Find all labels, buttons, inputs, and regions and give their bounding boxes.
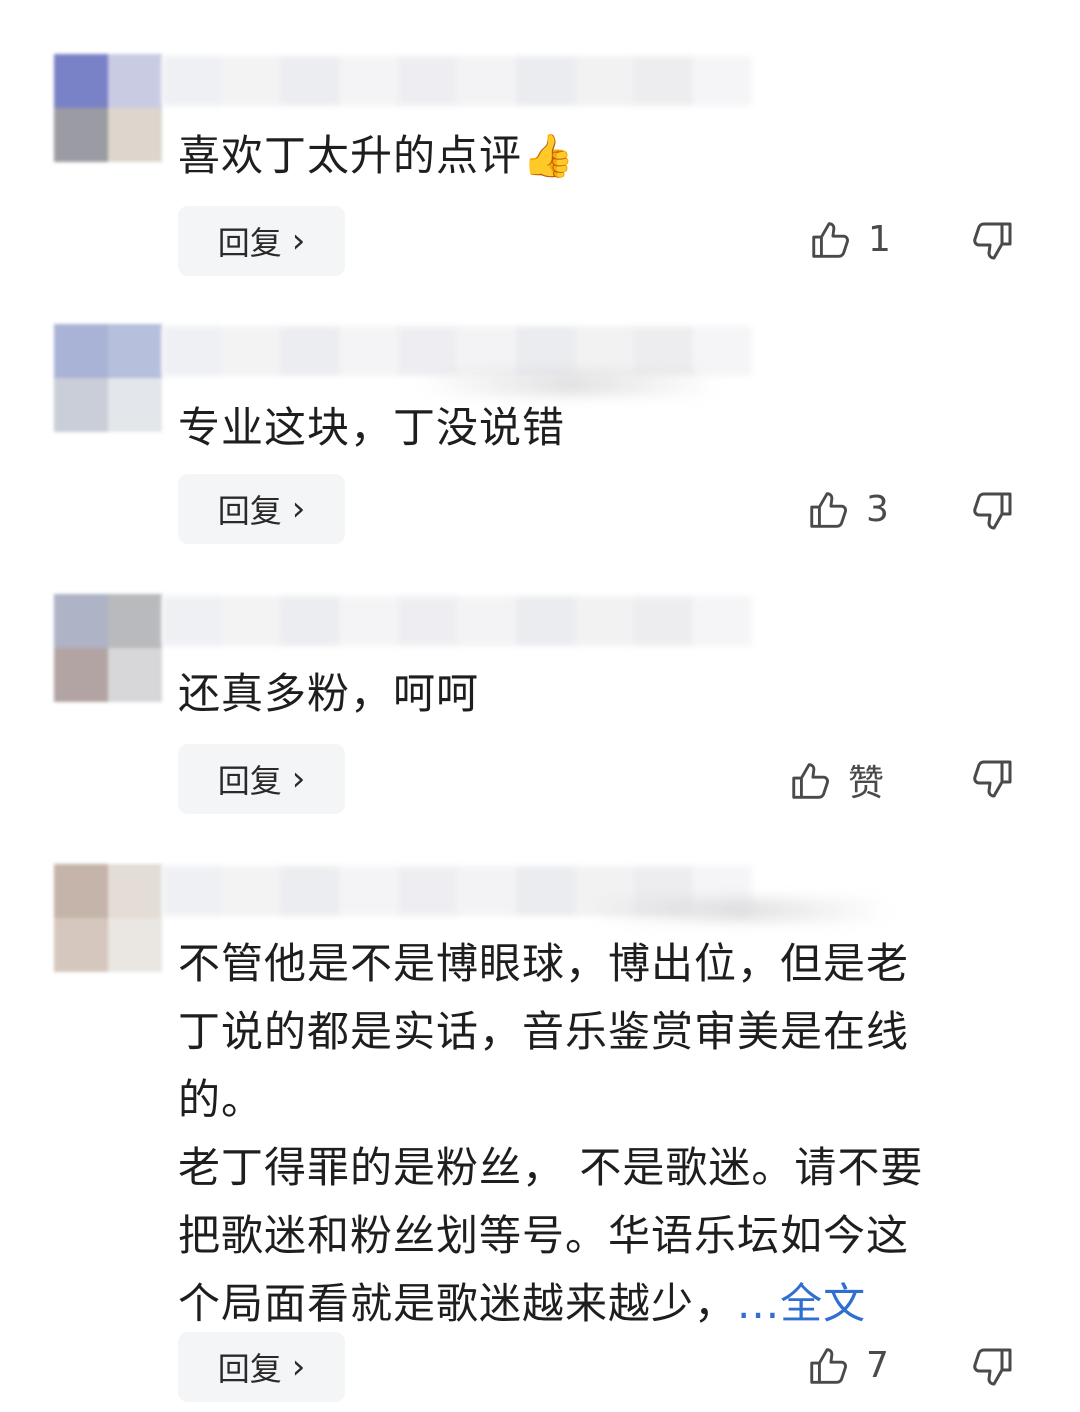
reply-button[interactable]: 回复 ›: [178, 206, 345, 276]
thumbs-up-icon: [792, 763, 829, 799]
reply-label: 回复: [217, 224, 282, 262]
expand-full-text-link[interactable]: ...全文: [737, 1279, 866, 1328]
reply-label: 回复: [217, 762, 282, 800]
dislike-button[interactable]: [968, 1344, 1016, 1392]
reply-label: 回复: [217, 1350, 282, 1388]
avatar[interactable]: [54, 594, 162, 702]
like-button[interactable]: 1: [808, 216, 891, 262]
thumbs-down-icon: [973, 222, 1012, 260]
like-count: 1: [868, 218, 891, 260]
meta-blurred: [420, 372, 720, 396]
thumbs-down-icon: [973, 492, 1012, 530]
dislike-button[interactable]: [968, 488, 1016, 536]
comment-text: 专业这块，丁没说错: [178, 403, 566, 452]
thumbs-up-icon: [810, 492, 847, 528]
username-blurred[interactable]: [162, 56, 752, 106]
comment-body: 不管他是不是博眼球，博出位，但是老 丁说的都是实话，音乐鉴赏审美是在线 的。 老…: [178, 939, 924, 1328]
reply-button[interactable]: 回复 ›: [178, 474, 345, 544]
thumbs-down-icon: [973, 760, 1012, 798]
dislike-button[interactable]: [968, 218, 1016, 266]
username-blurred[interactable]: [162, 596, 752, 646]
avatar[interactable]: [54, 54, 162, 162]
chevron-right-icon: ›: [291, 1347, 306, 1387]
reply-button[interactable]: 回复 ›: [178, 744, 345, 814]
reply-label: 回复: [217, 492, 282, 530]
like-count: 7: [866, 1344, 889, 1386]
like-button[interactable]: 7: [806, 1342, 889, 1388]
chevron-right-icon: ›: [291, 221, 306, 261]
like-count: 赞: [848, 763, 885, 804]
thumbs-up-icon: [810, 1348, 847, 1384]
chevron-right-icon: ›: [291, 489, 306, 529]
avatar[interactable]: [54, 324, 162, 432]
comment-text: 还真多粉，呵呵: [178, 669, 480, 718]
reply-button[interactable]: 回复 ›: [178, 1332, 345, 1402]
meta-blurred: [590, 898, 890, 922]
avatar[interactable]: [54, 864, 162, 972]
like-button[interactable]: 赞: [788, 754, 884, 806]
username-blurred[interactable]: [162, 326, 752, 376]
like-count: 3: [866, 488, 889, 530]
chevron-right-icon: ›: [291, 759, 306, 799]
comment-text: 喜欢丁太升的点评👍: [178, 131, 576, 180]
comment-text: 不管他是不是博眼球，博出位，但是老 丁说的都是实话，音乐鉴赏审美是在线 的。 老…: [178, 930, 923, 1338]
like-button[interactable]: 3: [806, 486, 889, 532]
thumbs-up-icon: [812, 222, 849, 258]
thumbs-down-icon: [973, 1348, 1012, 1386]
dislike-button[interactable]: [968, 756, 1016, 804]
